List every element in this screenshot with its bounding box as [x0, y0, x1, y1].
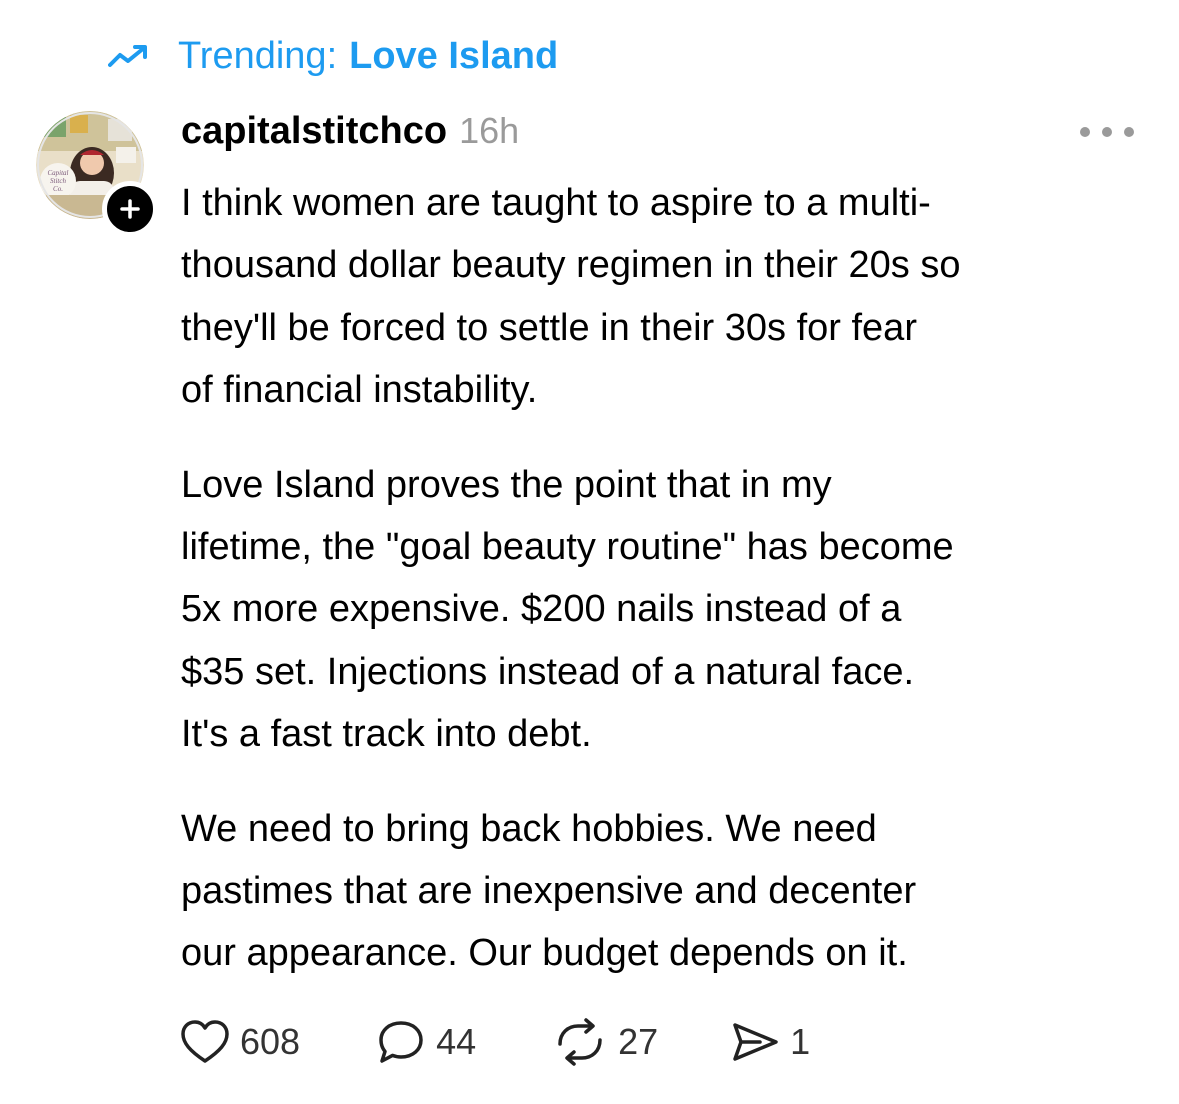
username[interactable]: capitalstitchco — [181, 110, 447, 153]
post-body: I think women are taught to aspire to a … — [181, 172, 1156, 985]
send-icon — [733, 1023, 778, 1061]
more-horizontal-icon — [1080, 127, 1090, 137]
svg-text:Capital: Capital — [47, 169, 68, 177]
more-options-button[interactable] — [1080, 122, 1134, 142]
post-paragraph: Love Island proves the point that in my … — [181, 463, 954, 756]
like-button[interactable]: 608 — [180, 1015, 300, 1069]
trending-label: Trending: — [178, 34, 338, 77]
reply-count: 44 — [436, 1021, 477, 1062]
trending-banner[interactable]: Trending: Love Island — [108, 30, 558, 82]
repost-icon — [558, 1018, 602, 1066]
action-bar: 608 44 27 1 — [180, 1015, 810, 1069]
like-count: 608 — [240, 1021, 301, 1062]
speech-bubble-icon — [379, 1021, 423, 1063]
follow-button[interactable] — [102, 181, 158, 237]
svg-text:Stitch: Stitch — [50, 177, 66, 185]
plus-icon — [120, 199, 140, 219]
svg-text:Co.: Co. — [53, 185, 63, 193]
share-button[interactable]: 1 — [730, 1015, 810, 1069]
more-horizontal-icon — [1124, 127, 1134, 137]
trending-topic[interactable]: Love Island — [349, 35, 558, 78]
timestamp[interactable]: 16h — [459, 110, 519, 152]
share-count: 1 — [790, 1021, 811, 1062]
repost-count: 27 — [618, 1021, 659, 1062]
avatar-container: Capital Stitch Co. — [36, 111, 158, 237]
post-header: capitalstitchco 16h — [181, 110, 519, 158]
repost-button[interactable]: 27 — [552, 1015, 658, 1069]
trending-up-icon — [108, 45, 147, 67]
heart-icon — [181, 1020, 229, 1063]
post-paragraph: I think women are taught to aspire to a … — [181, 182, 961, 412]
more-horizontal-icon — [1102, 127, 1112, 137]
post-paragraph: We need to bring back hobbies. We need p… — [181, 807, 917, 975]
reply-button[interactable]: 44 — [376, 1015, 476, 1069]
